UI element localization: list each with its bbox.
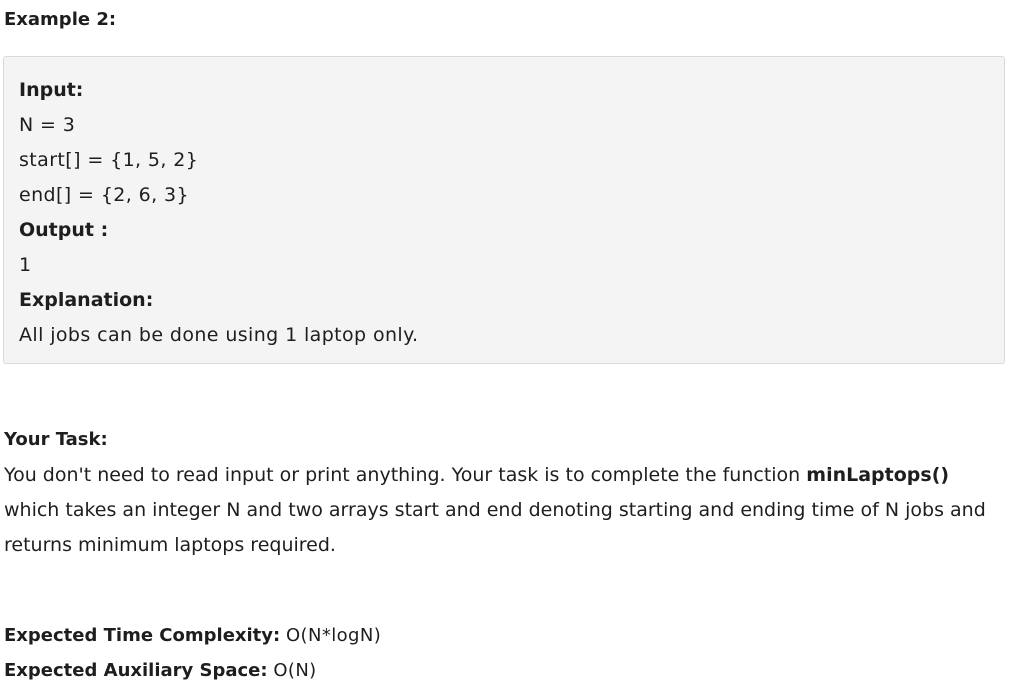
output-label: Output :	[19, 219, 109, 241]
your-task-heading: Your Task:	[4, 429, 108, 450]
explanation-label: Explanation:	[19, 289, 154, 311]
input-label: Input:	[19, 79, 84, 101]
time-complexity-value: O(N*logN)	[285, 625, 382, 646]
space-complexity-line: Expected Auxiliary Space: O(N)	[4, 659, 317, 683]
time-complexity-label: Expected Time Complexity:	[4, 625, 281, 646]
task-text-after: which takes an integer N and two arrays …	[4, 499, 986, 556]
input-line-end: end[] = {2, 6, 3}	[19, 184, 190, 206]
explanation-text: All jobs can be done using 1 laptop only…	[19, 324, 419, 346]
space-complexity-value: O(N)	[273, 660, 317, 681]
input-line-n: N = 3	[19, 114, 76, 136]
example-code-block: Input: N = 3 start[] = {1, 5, 2} end[] =…	[3, 56, 1005, 364]
output-value: 1	[19, 254, 32, 276]
task-description: You don't need to read input or print an…	[4, 458, 1004, 563]
time-complexity-line: Expected Time Complexity: O(N*logN)	[4, 624, 381, 648]
function-name: minLaptops()	[806, 464, 950, 486]
space-complexity-label: Expected Auxiliary Space:	[4, 660, 268, 681]
example-heading: Example 2:	[4, 9, 117, 30]
input-line-start: start[] = {1, 5, 2}	[19, 149, 199, 171]
task-text-before: You don't need to read input or print an…	[4, 464, 807, 486]
